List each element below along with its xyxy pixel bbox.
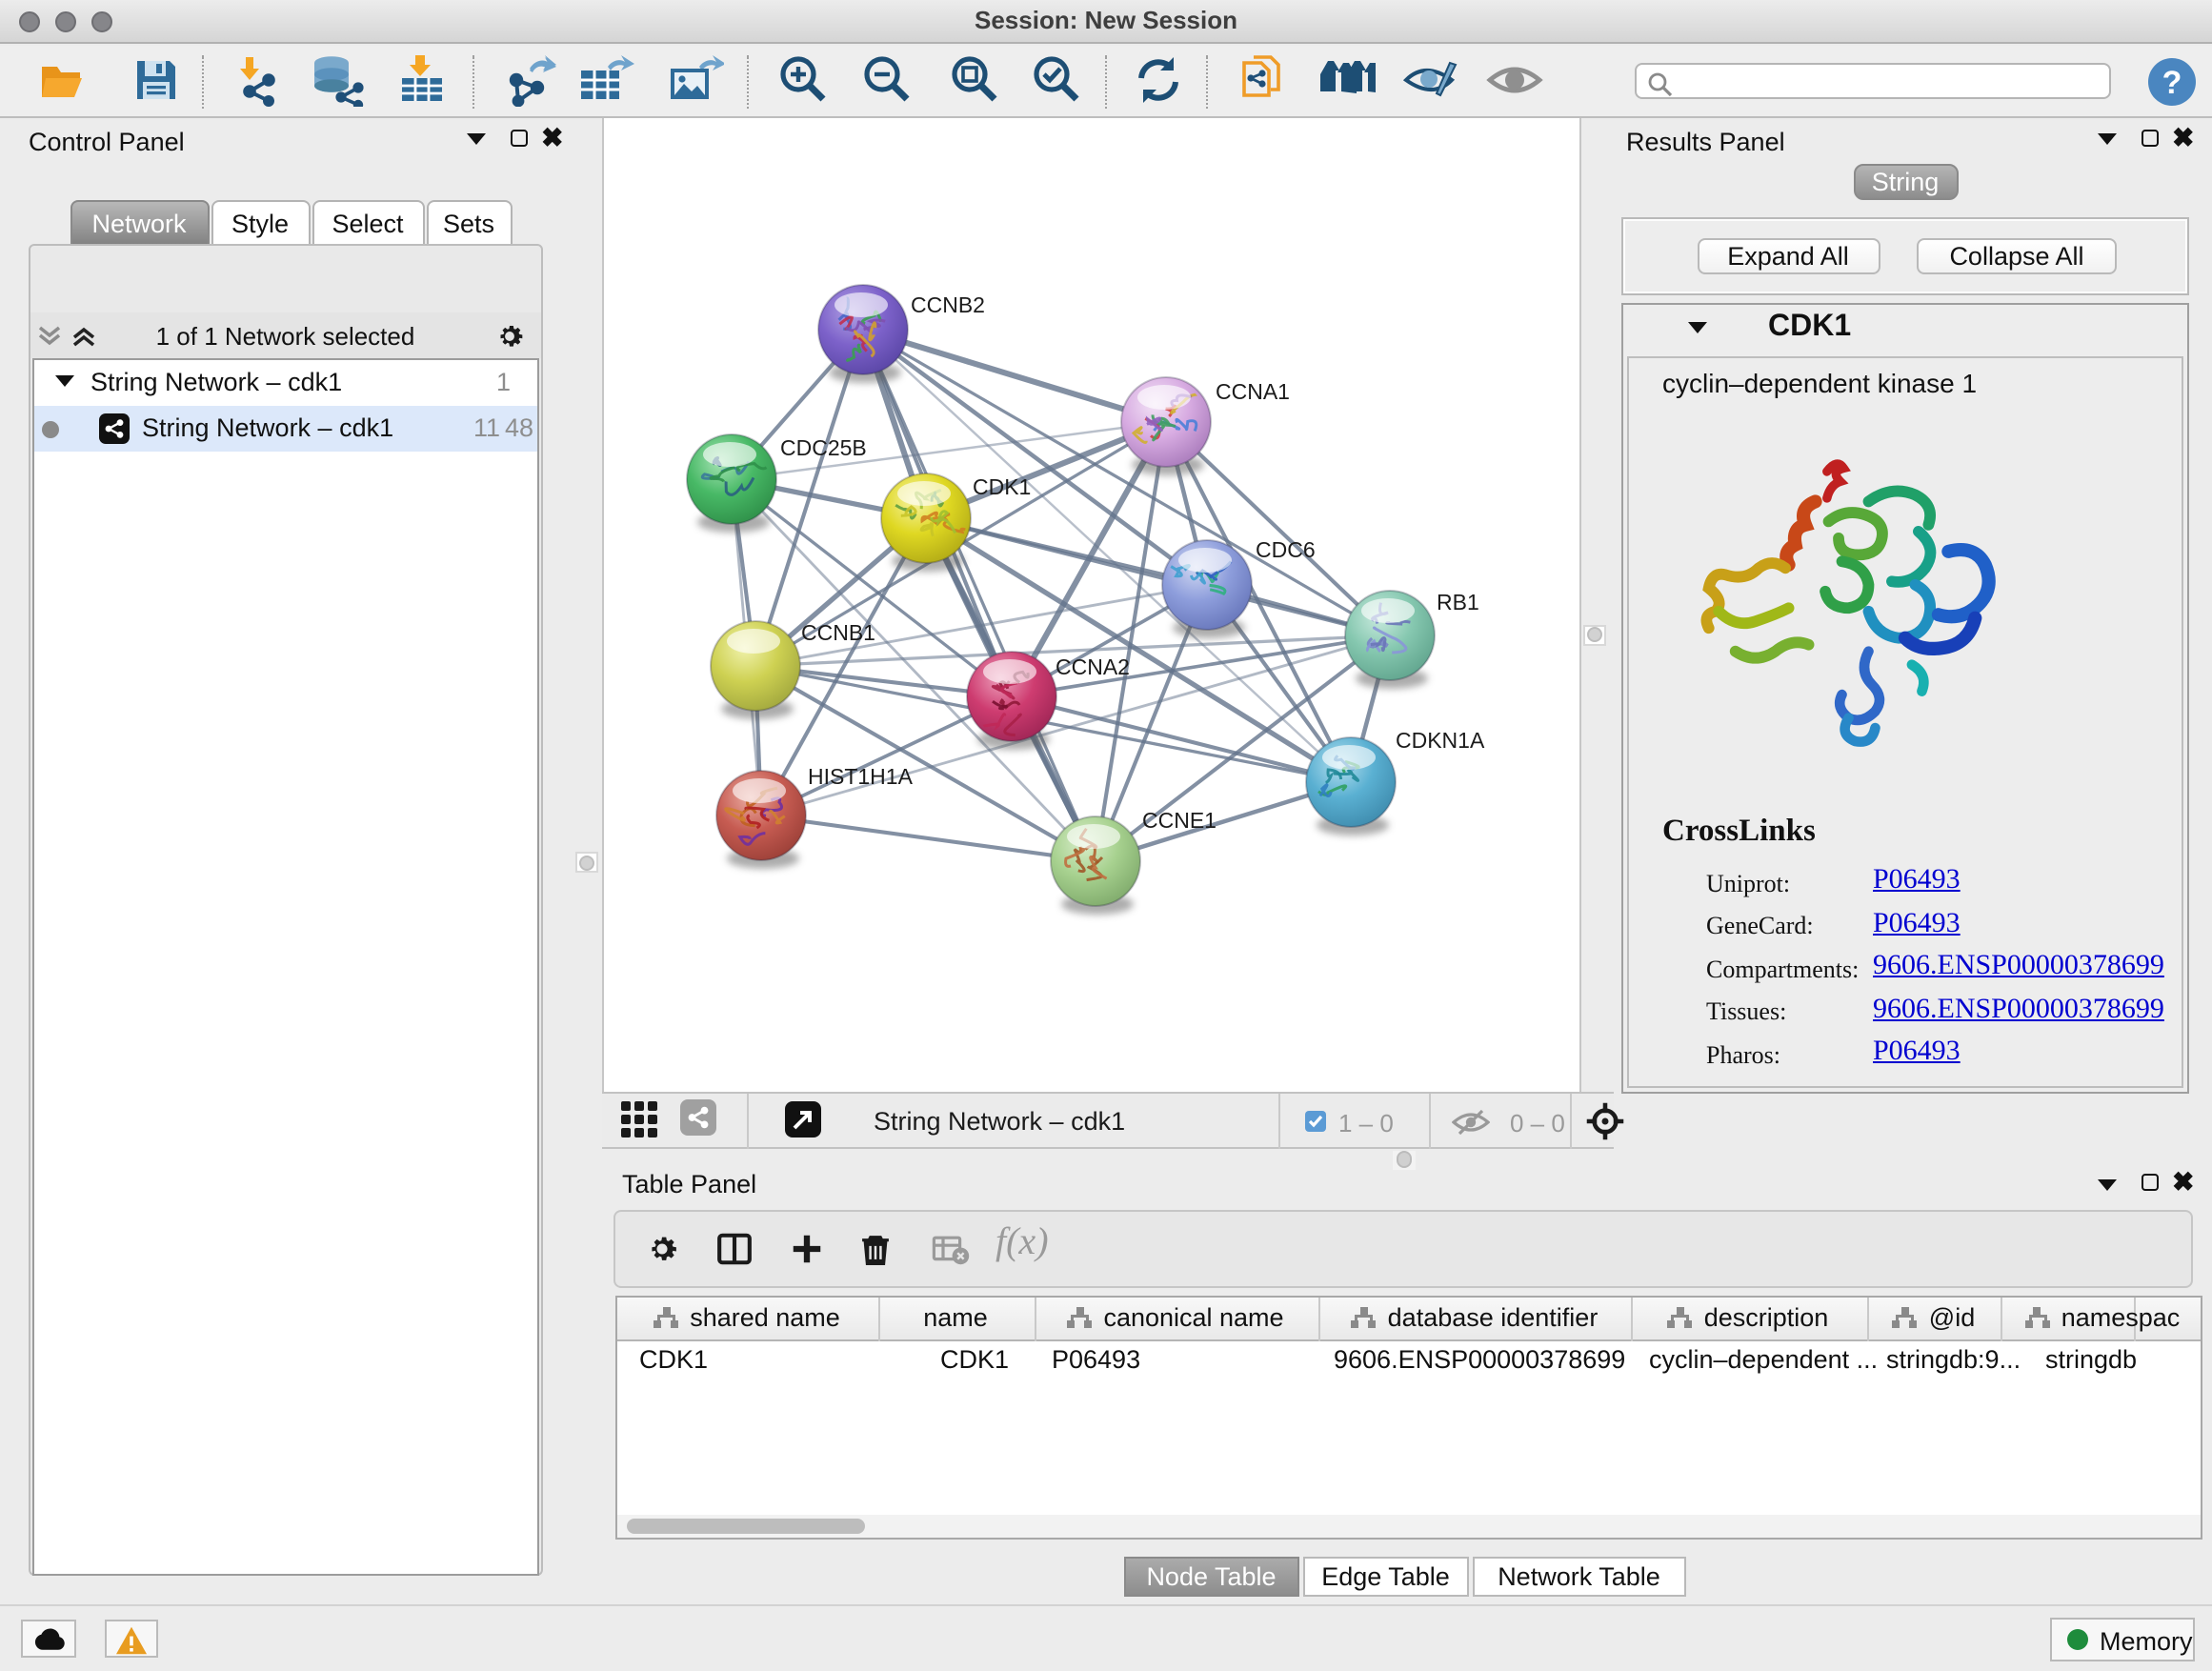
svg-text:?: ? — [2162, 65, 2182, 101]
svg-text:CCNA2: CCNA2 — [1055, 654, 1129, 679]
svg-text:CDKN1A: CDKN1A — [1395, 728, 1484, 753]
svg-text:CCNB2: CCNB2 — [910, 292, 984, 317]
svg-text:RB1: RB1 — [1436, 590, 1478, 614]
svg-text:CDC6: CDC6 — [1255, 537, 1315, 562]
svg-text:HIST1H1A: HIST1H1A — [807, 764, 913, 789]
svg-text:CCNE1: CCNE1 — [1141, 808, 1216, 833]
svg-text:CCNB1: CCNB1 — [800, 620, 875, 645]
svg-text:CDC25B: CDC25B — [779, 435, 866, 460]
svg-text:CCNA1: CCNA1 — [1215, 379, 1289, 404]
svg-text:CDK1: CDK1 — [972, 474, 1030, 499]
